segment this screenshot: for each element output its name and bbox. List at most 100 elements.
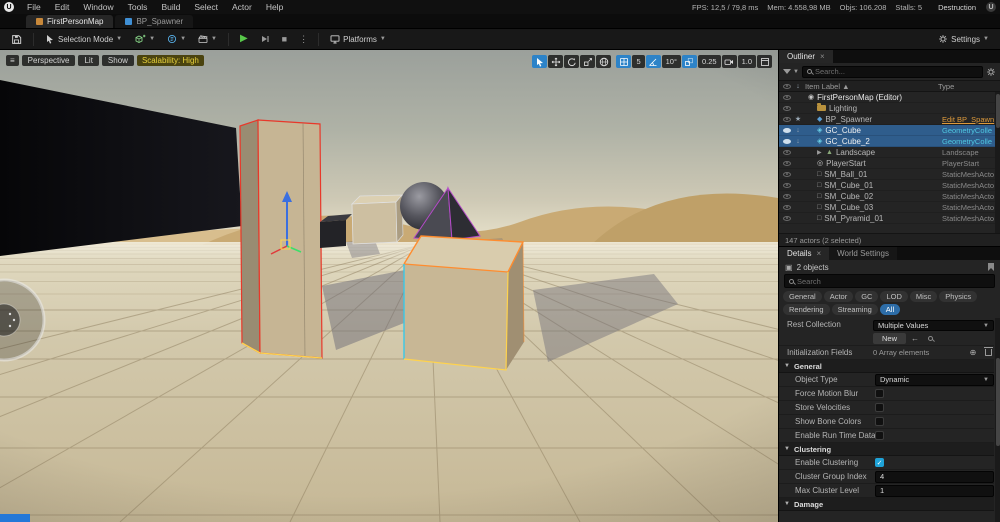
outliner-search-input[interactable] xyxy=(814,67,978,76)
actor-sm-cube[interactable] xyxy=(350,194,404,245)
chip-all[interactable]: All xyxy=(879,304,901,315)
tab-world-settings[interactable]: World Settings xyxy=(829,247,897,260)
menu-window[interactable]: Window xyxy=(76,2,120,12)
outliner-row-gc-cube[interactable]: ↓ ◈ GC_Cube GeometryColle xyxy=(779,125,1000,136)
tab-outliner[interactable]: Outliner × xyxy=(779,50,833,63)
outliner-row-playerstart[interactable]: ◎ PlayerStart PlayerStart xyxy=(779,158,1000,169)
visibility-eye-icon[interactable] xyxy=(783,116,791,122)
menu-actor[interactable]: Actor xyxy=(225,2,259,12)
quick-add-dropdown[interactable]: ▼ xyxy=(129,31,160,47)
menu-edit[interactable]: Edit xyxy=(48,2,77,12)
store-velocities-checkbox[interactable] xyxy=(875,403,884,412)
outliner-row-firstpersonmap[interactable]: ◉ FirstPersonMap (Editor) xyxy=(779,92,1000,103)
bookmark-icon[interactable] xyxy=(988,263,994,271)
outliner-row-gc-cube-2[interactable]: ↓ ◈ GC_Cube_2 GeometryColle xyxy=(779,136,1000,147)
scene-3d[interactable] xyxy=(0,50,778,522)
select-tool-button[interactable] xyxy=(532,55,548,68)
new-asset-button[interactable]: New xyxy=(873,333,907,344)
actor-black-wall[interactable] xyxy=(0,80,242,256)
show-bone-colors-checkbox[interactable] xyxy=(875,417,884,426)
enable-clustering-checkbox[interactable] xyxy=(875,458,884,467)
maximize-viewport-button[interactable] xyxy=(757,55,772,68)
outliner-search[interactable] xyxy=(801,65,983,78)
rotation-snap-value[interactable]: 10° xyxy=(661,55,681,68)
camera-speed-value[interactable]: 1.0 xyxy=(737,55,756,68)
section-damage[interactable]: ▼ Damage xyxy=(779,498,994,511)
menu-help[interactable]: Help xyxy=(259,2,290,12)
outliner-row-sm-cube-03[interactable]: □ SM_Cube_03 StaticMeshActo xyxy=(779,202,1000,213)
move-tool-button[interactable] xyxy=(548,55,564,68)
outliner-row-sm-cube-01[interactable]: □ SM_Cube_01 StaticMeshActo xyxy=(779,180,1000,191)
visibility-eye-icon[interactable] xyxy=(783,138,791,144)
section-general[interactable]: ▼ General xyxy=(779,360,994,373)
view-mode-dropdown[interactable]: Lit xyxy=(78,55,99,66)
world-space-toggle[interactable] xyxy=(596,55,612,68)
chip-general[interactable]: General xyxy=(783,291,822,302)
cluster-group-index-field[interactable]: 4 xyxy=(875,470,994,483)
scale-snap-value[interactable]: 0.25 xyxy=(697,55,721,68)
enable-runtime-data-checkbox[interactable] xyxy=(875,431,884,440)
force-motion-blur-checkbox[interactable] xyxy=(875,389,884,398)
visibility-eye-icon[interactable] xyxy=(783,160,791,166)
column-type[interactable]: Type xyxy=(938,82,996,91)
chip-physics[interactable]: Physics xyxy=(939,291,978,302)
pin-icon[interactable]: ↓ xyxy=(794,138,802,145)
chip-gc[interactable]: GC xyxy=(855,291,879,302)
frame-skip-button[interactable] xyxy=(255,31,275,47)
menu-file[interactable]: File xyxy=(20,2,48,12)
settings-dropdown[interactable]: Settings ▼ xyxy=(933,31,994,47)
tab-details[interactable]: Details × xyxy=(779,247,830,260)
chip-actor[interactable]: Actor xyxy=(823,291,854,302)
grid-snap-toggle[interactable] xyxy=(616,55,632,68)
play-options-button[interactable]: ⋮ xyxy=(294,31,312,47)
column-item-label[interactable]: Item Label ▲ xyxy=(805,82,935,91)
edit-bp-spawner-link[interactable]: Edit BP_Spawn xyxy=(942,115,1000,124)
platforms-dropdown[interactable]: Platforms ▼ xyxy=(325,31,391,47)
chip-streaming[interactable]: Streaming xyxy=(831,304,878,315)
outliner-scrollbar[interactable] xyxy=(995,92,1000,233)
tab-firstpersonmap[interactable]: FirstPersonMap xyxy=(26,15,114,28)
max-cluster-level-field[interactable]: 1 xyxy=(875,484,994,497)
delete-elements-icon[interactable] xyxy=(982,347,994,358)
play-button[interactable]: ▶ xyxy=(235,31,253,47)
outliner-row-sm-cube-02[interactable]: □ SM_Cube_02 StaticMeshActo xyxy=(779,191,1000,202)
close-icon[interactable]: × xyxy=(820,52,825,61)
details-scrollbar[interactable] xyxy=(995,318,1000,522)
rest-collection-dropdown[interactable]: Multiple Values ▼ xyxy=(873,320,994,331)
pin-icon[interactable]: ↓ xyxy=(794,127,802,134)
outliner-row-lighting[interactable]: Lighting xyxy=(779,103,1000,114)
rotate-tool-button[interactable] xyxy=(564,55,580,68)
expander-icon[interactable]: ▶ xyxy=(817,149,823,156)
actor-gc-cube-2[interactable] xyxy=(403,235,525,371)
favorite-star-icon[interactable]: ★ xyxy=(794,115,802,123)
tab-bp-spawner[interactable]: BP_Spawner xyxy=(115,15,194,28)
browse-asset-icon[interactable] xyxy=(924,333,936,344)
stop-button[interactable]: ■ xyxy=(277,31,292,47)
object-type-dropdown[interactable]: Dynamic ▼ xyxy=(875,373,994,386)
menu-build[interactable]: Build xyxy=(154,2,187,12)
visibility-eye-icon[interactable] xyxy=(783,204,791,210)
close-icon[interactable]: × xyxy=(816,249,821,258)
blueprints-dropdown[interactable]: ▼ xyxy=(162,31,191,47)
unreal-logo-icon[interactable]: U xyxy=(4,2,14,12)
rotation-snap-toggle[interactable] xyxy=(645,55,661,68)
grid-snap-value[interactable]: 5 xyxy=(632,55,645,68)
section-clustering[interactable]: ▼ Clustering xyxy=(779,443,994,456)
menu-tools[interactable]: Tools xyxy=(121,2,155,12)
visibility-eye-icon[interactable] xyxy=(783,149,791,155)
cinematics-dropdown[interactable]: ▼ xyxy=(193,31,222,47)
scalability-badge[interactable]: Scalability: High xyxy=(136,55,204,66)
visibility-eye-icon[interactable] xyxy=(783,171,791,177)
outliner-row-bp-spawner[interactable]: ★ ◆ BP_Spawner Edit BP_Spawn xyxy=(779,114,1000,125)
add-element-icon[interactable]: ⊕ xyxy=(967,347,979,358)
outliner-row-sm-pyramid-01[interactable]: □ SM_Pyramid_01 StaticMeshActo xyxy=(779,213,1000,224)
scale-tool-button[interactable] xyxy=(580,55,596,68)
camera-mode-dropdown[interactable]: Perspective xyxy=(21,55,76,66)
camera-speed-button[interactable] xyxy=(721,55,737,68)
scale-snap-toggle[interactable] xyxy=(681,55,697,68)
outliner-settings-button[interactable] xyxy=(986,67,996,77)
viewport-3d[interactable]: ≡ Perspective Lit Show Scalability: High… xyxy=(0,50,778,522)
visibility-eye-icon[interactable] xyxy=(783,94,791,100)
menu-select[interactable]: Select xyxy=(187,2,225,12)
viewport-options-button[interactable]: ≡ xyxy=(6,55,19,66)
